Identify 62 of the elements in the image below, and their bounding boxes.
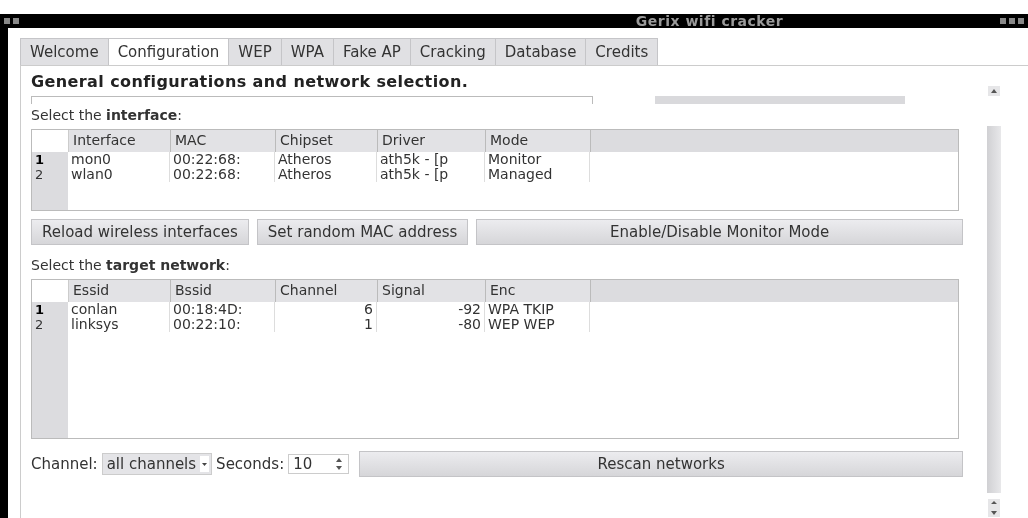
column-header[interactable]: Interface (69, 130, 171, 152)
table-cell: Atheros (275, 167, 377, 182)
table-cell: Atheros (275, 152, 377, 167)
channel-dropdown[interactable]: all channels (101, 453, 213, 475)
table-corner[interactable] (32, 280, 69, 302)
scroll-down-icon[interactable] (988, 499, 1000, 517)
tab[interactable]: WPA (280, 38, 334, 65)
table-cell: Monitor (485, 152, 590, 167)
table-cell: mon0 (68, 152, 170, 167)
row-number[interactable]: 1 (32, 152, 68, 167)
tab[interactable]: Welcome (20, 38, 109, 65)
row-number[interactable]: 1 (32, 302, 68, 317)
section-label: Select the target network: (31, 257, 231, 273)
table-cell: 00:18:4D: (170, 302, 275, 317)
table-cell: linksys (68, 317, 170, 332)
table-cell: -80 (377, 317, 485, 332)
scroll-thumb[interactable] (987, 126, 1001, 493)
table-corner[interactable] (32, 130, 69, 152)
column-header[interactable]: Mode (486, 130, 591, 152)
table-cell: 00:22:68: (170, 152, 275, 167)
action-button[interactable]: Reload wireless interfaces (31, 219, 249, 245)
row-number[interactable]: 2 (32, 167, 68, 182)
section-heading: General configurations and network selection. (31, 72, 470, 93)
table-cell: wlan0 (68, 167, 170, 182)
tab[interactable]: Fake AP (332, 38, 411, 65)
scrollbar[interactable] (985, 86, 1003, 518)
window-menu-icon[interactable] (4, 18, 19, 24)
action-button[interactable]: Enable/Disable Monitor Mode (476, 219, 963, 245)
column-header[interactable]: Bssid (171, 280, 276, 302)
tab[interactable]: Cracking (409, 38, 496, 65)
window-title: Gerix wifi cracker (635, 14, 784, 28)
seconds-label: Seconds: (216, 455, 285, 473)
channel-label: Channel: (31, 455, 98, 473)
table-cell: Managed (485, 167, 590, 182)
column-header[interactable]: Driver (378, 130, 486, 152)
table-cell: conlan (68, 302, 170, 317)
table-cell: ath5k - [p (377, 167, 485, 182)
table-cell: ath5k - [p (377, 152, 485, 167)
column-header[interactable]: Signal (378, 280, 486, 302)
row-number[interactable]: 2 (32, 317, 68, 332)
column-header[interactable]: Essid (69, 280, 171, 302)
table-cell: WEP WEP (485, 317, 590, 332)
column-header[interactable]: Enc (486, 280, 591, 302)
table-cell: 1 (275, 317, 377, 332)
section-label: Select the interface: (31, 107, 183, 123)
window-controls-icon[interactable] (1000, 18, 1024, 24)
table-cell: 00:22:10: (170, 317, 275, 332)
table-cell: -92 (377, 302, 485, 317)
table-cell: WPA TKIP (485, 302, 590, 317)
tab[interactable]: WEP (228, 38, 282, 65)
action-button[interactable]: Set random MAC address (256, 219, 469, 245)
row-header-strip (32, 182, 68, 210)
rescan-button[interactable]: Rescan networks (359, 451, 963, 477)
seconds-spinbox[interactable]: 10 (288, 454, 350, 474)
column-header[interactable]: Channel (276, 280, 378, 302)
scroll-up-icon[interactable] (988, 86, 1000, 96)
table-cell: 00:22:68: (170, 167, 275, 182)
tab[interactable]: Database (494, 38, 587, 65)
table-cell: 6 (275, 302, 377, 317)
column-header[interactable]: Chipset (276, 130, 378, 152)
tab[interactable]: Credits (585, 38, 659, 65)
column-header[interactable]: MAC (171, 130, 276, 152)
